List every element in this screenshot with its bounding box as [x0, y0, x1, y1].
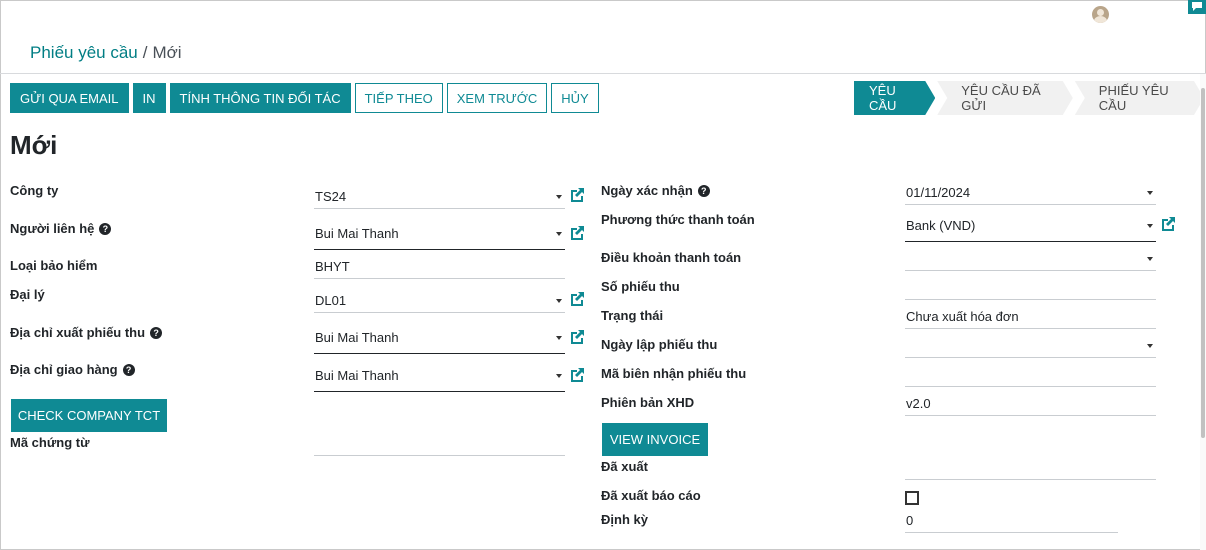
external-link-icon[interactable]	[568, 366, 586, 384]
delivery-address-label: Địa chỉ giao hàng?	[10, 362, 135, 377]
receipt-date-field[interactable]	[905, 334, 1156, 358]
contact-field[interactable]: Bui Mai Thanh	[314, 222, 565, 250]
breadcrumb-parent-link[interactable]: Phiếu yêu cầu	[30, 43, 138, 62]
question-circle-icon[interactable]: ?	[122, 364, 135, 376]
payment-method-field[interactable]: Bank (VND)	[905, 214, 1156, 242]
caret-down-icon[interactable]	[556, 336, 562, 340]
agent-label: Đại lý	[10, 287, 45, 302]
status-field[interactable]: Chưa xuất hóa đơn	[905, 305, 1156, 329]
periodic-label: Định kỳ	[601, 512, 648, 527]
report-exported-label: Đã xuất báo cáo	[601, 488, 701, 503]
report-exported-checkbox[interactable]	[905, 491, 919, 505]
print-button[interactable]: IN	[132, 83, 166, 113]
receipt-date-label: Ngày lập phiếu thu	[601, 337, 718, 352]
scrollbar-thumb[interactable]	[1201, 88, 1205, 438]
view-invoice-button[interactable]: VIEW INVOICE	[602, 423, 708, 456]
caret-down-icon[interactable]	[1147, 191, 1153, 195]
receipt-number-field[interactable]	[905, 276, 1156, 300]
einvoice-version-field[interactable]: v2.0	[905, 392, 1156, 416]
contact-label: Người liên hệ?	[10, 221, 112, 236]
voucher-code-field[interactable]	[314, 432, 565, 456]
invoice-address-field[interactable]: Bui Mai Thanh	[314, 326, 565, 354]
delivery-address-field[interactable]: Bui Mai Thanh	[314, 364, 565, 392]
receipt-number-label: Số phiếu thu	[601, 279, 680, 294]
exported-field[interactable]	[905, 456, 1156, 480]
caret-down-icon[interactable]	[1147, 257, 1153, 261]
periodic-field[interactable]: 0	[905, 509, 1118, 533]
check-company-tct-button[interactable]: CHECK COMPANY TCT	[11, 399, 167, 432]
external-link-icon[interactable]	[568, 224, 586, 242]
stage-request[interactable]: YÊU CẦU	[854, 81, 935, 115]
record-title: Mới	[10, 130, 58, 160]
external-link-icon[interactable]	[568, 328, 586, 346]
company-label: Công ty	[10, 183, 59, 198]
next-button[interactable]: TIẾP THEO	[354, 83, 443, 113]
status-bar: YÊU CẦU YÊU CẦU ĐÃ GỬI PHIẾU YÊU CẦU	[854, 81, 1206, 115]
confirm-date-field[interactable]: 01/11/2024	[905, 181, 1156, 205]
chat-button[interactable]	[1188, 0, 1206, 14]
agent-field[interactable]: DL01	[314, 289, 565, 313]
caret-down-icon[interactable]	[556, 299, 562, 303]
einvoice-version-label: Phiên bản XHD	[601, 395, 695, 410]
receipt-code-label: Mã biên nhận phiếu thu	[601, 366, 747, 381]
send-email-button[interactable]: GỬI QUA EMAIL	[10, 83, 129, 113]
payment-terms-field[interactable]	[905, 247, 1156, 271]
breadcrumb-separator: /	[142, 43, 148, 62]
stage-request-form[interactable]: PHIẾU YÊU CẦU	[1075, 81, 1204, 115]
question-circle-icon[interactable]: ?	[99, 223, 112, 235]
user-avatar[interactable]	[1092, 6, 1109, 23]
payment-terms-label: Điều khoản thanh toán	[601, 250, 742, 265]
vertical-scrollbar[interactable]	[1200, 74, 1206, 550]
voucher-code-label: Mã chứng từ	[10, 435, 90, 450]
insurance-type-field[interactable]: BHYT	[314, 255, 565, 279]
company-field[interactable]: TS24	[314, 185, 565, 209]
invoice-address-label: Địa chỉ xuất phiếu thu?	[10, 325, 163, 340]
top-navbar	[0, 0, 1206, 28]
insurance-type-label: Loại bảo hiểm	[10, 258, 98, 273]
caret-down-icon[interactable]	[1147, 224, 1153, 228]
caret-down-icon[interactable]	[556, 195, 562, 199]
cancel-button[interactable]: HỦY	[551, 83, 599, 113]
caret-down-icon[interactable]	[556, 374, 562, 378]
external-link-icon[interactable]	[568, 186, 586, 204]
payment-method-label: Phương thức thanh toán	[601, 212, 755, 227]
question-circle-icon[interactable]: ?	[150, 327, 163, 339]
preview-button[interactable]: XEM TRƯỚC	[446, 83, 548, 113]
compute-partner-info-button[interactable]: TÍNH THÔNG TIN ĐỐI TÁC	[169, 83, 351, 113]
exported-label: Đã xuất	[601, 459, 648, 474]
receipt-code-field[interactable]	[905, 363, 1156, 387]
breadcrumb: Phiếu yêu cầu / Mới	[30, 43, 182, 63]
breadcrumb-current: Mới	[152, 43, 182, 62]
status-label: Trạng thái	[601, 308, 664, 323]
confirm-date-label: Ngày xác nhận?	[601, 183, 710, 198]
external-link-icon[interactable]	[1159, 215, 1177, 233]
external-link-icon[interactable]	[568, 290, 586, 308]
chat-icon	[1192, 2, 1202, 11]
caret-down-icon[interactable]	[556, 232, 562, 236]
question-circle-icon[interactable]: ?	[697, 185, 710, 197]
caret-down-icon[interactable]	[1147, 344, 1153, 348]
stage-request-sent[interactable]: YÊU CẦU ĐÃ GỬI	[937, 81, 1073, 115]
action-toolbar: GỬI QUA EMAIL IN TÍNH THÔNG TIN ĐỐI TÁC …	[10, 83, 599, 113]
header-divider	[0, 73, 1206, 74]
